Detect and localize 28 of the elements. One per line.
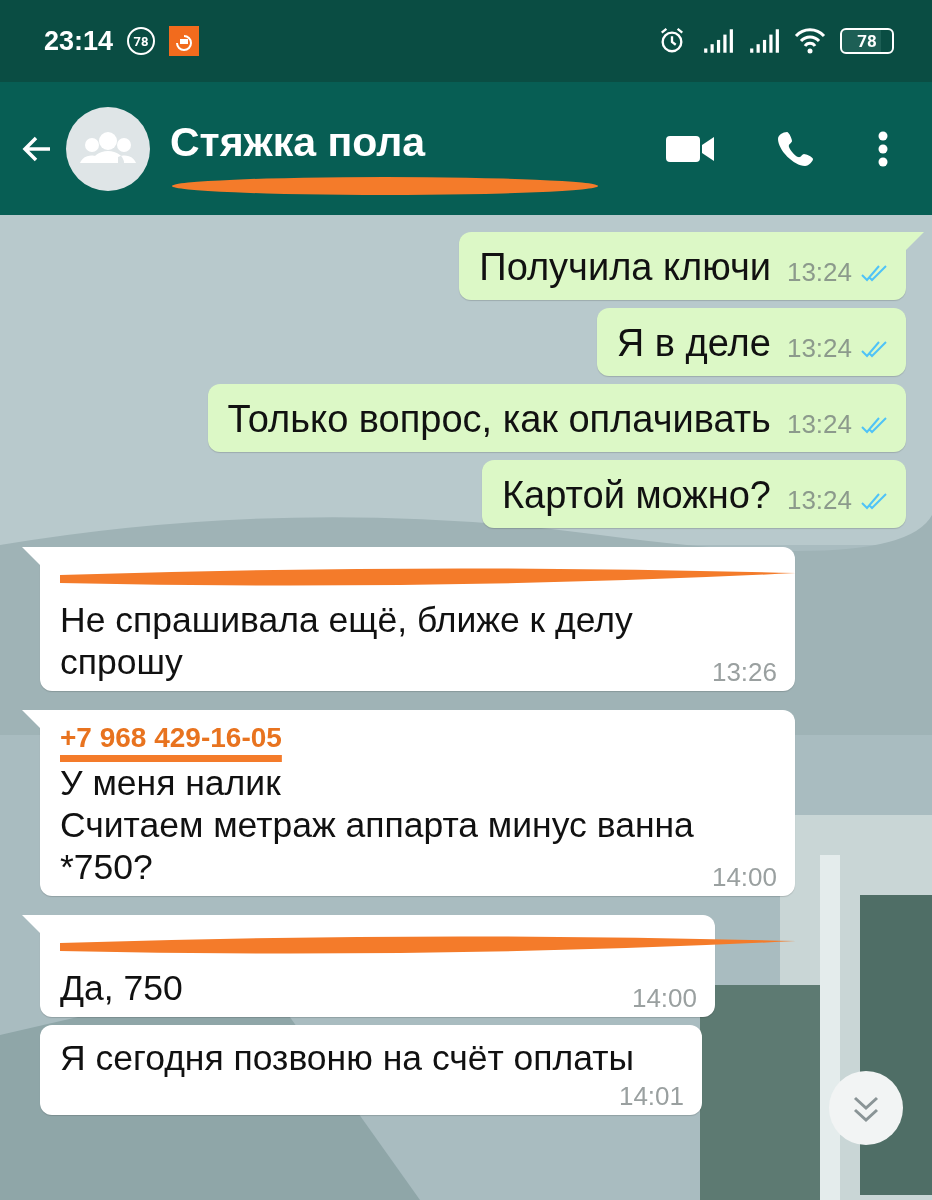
phone-icon[interactable] [778, 129, 814, 168]
notification-count: 78 [127, 27, 156, 55]
message-time: 14:00 [631, 982, 697, 1015]
message-time: 14:00 [711, 861, 777, 894]
message-text: Получила ключи [479, 246, 771, 288]
message-time: 14:01 [618, 1080, 684, 1113]
wifi-icon [794, 27, 826, 55]
message-time: 13:24 [786, 485, 852, 516]
scroll-down-button[interactable] [828, 1070, 904, 1146]
message-text: Картой можно? [501, 474, 771, 516]
signal-icon [748, 27, 780, 55]
clock-time: 23:14 [44, 25, 114, 57]
battery-level: 78 [857, 31, 877, 51]
chat-title[interactable]: Стяжка пола [170, 119, 666, 166]
message-time: 13:24 [786, 257, 852, 288]
message-time: 13:24 [786, 409, 852, 440]
message-text: У меня налик Считаем метраж аппарта минус ванна *750? [60, 762, 695, 888]
signal-icon [702, 27, 734, 55]
message-text: Да, 750 [60, 967, 183, 1009]
message-text: Я в деле [616, 322, 771, 364]
app-notification-icon [169, 26, 200, 56]
message-time: 13:26 [711, 656, 777, 689]
message-text: Только вопрос, как оплачивать [227, 398, 771, 440]
menu-icon[interactable] [878, 130, 888, 167]
message-time: 13:24 [786, 333, 852, 364]
group-avatar[interactable] [66, 106, 150, 191]
message-text: Я сегодня позвоню на счёт оплаты [60, 1037, 634, 1079]
message-text: Не спрашивала ещё, ближе к делу спрошу [60, 599, 634, 683]
